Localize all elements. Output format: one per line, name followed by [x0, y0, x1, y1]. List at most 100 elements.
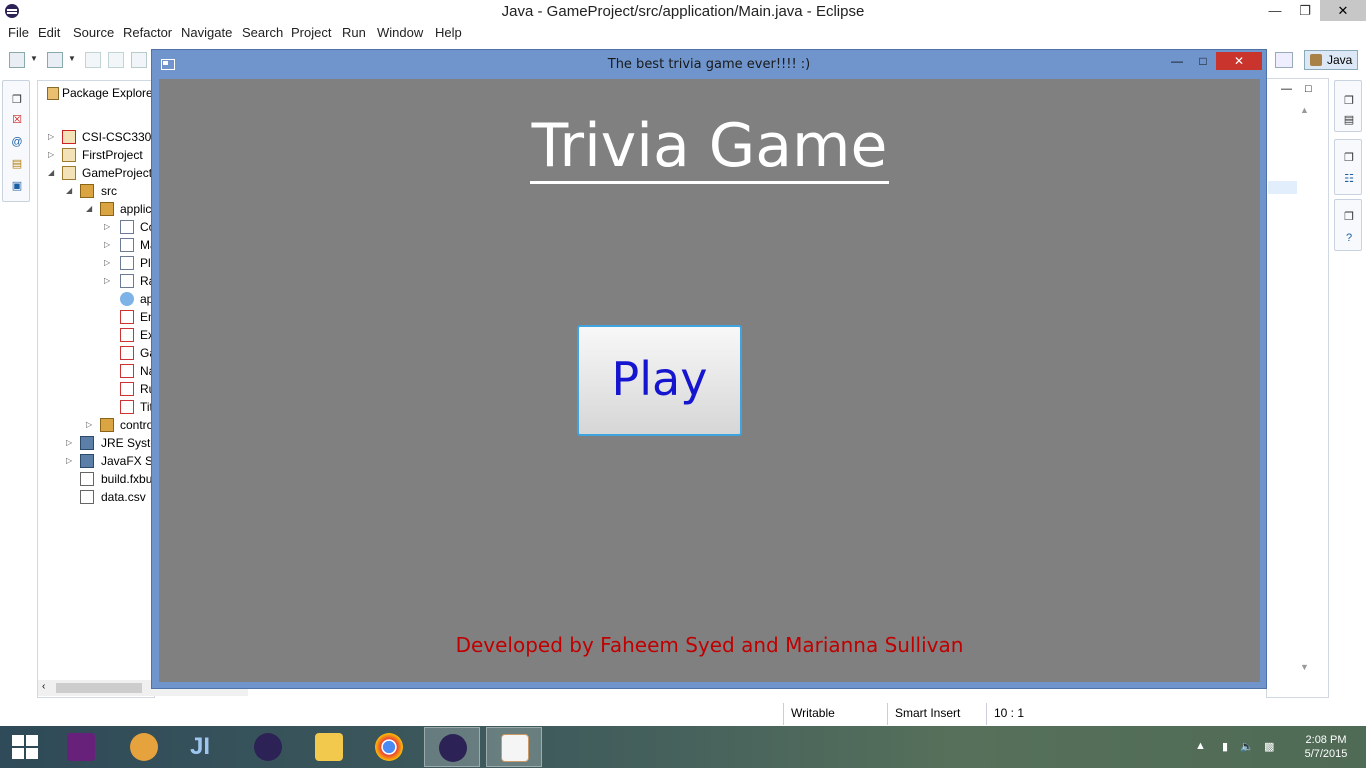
tree-item[interactable]: ap [104, 290, 156, 308]
chevron-down-icon[interactable]: ▼ [68, 54, 76, 63]
expand-arrow-icon[interactable]: ▷ [104, 236, 110, 254]
tree-item[interactable]: data.csv [66, 488, 156, 506]
tab-package-explorer[interactable]: Package Explorer [42, 83, 155, 103]
menu-help[interactable]: Help [435, 25, 462, 40]
expand-arrow-icon[interactable]: ▷ [104, 254, 110, 272]
play-button[interactable]: Play [577, 325, 742, 436]
minimize-button[interactable]: — [1260, 0, 1290, 21]
restore-icon[interactable]: ❐ [1342, 152, 1356, 165]
java-icon[interactable] [486, 727, 542, 767]
menu-run[interactable]: Run [342, 25, 366, 40]
help-icon[interactable]: ? [1342, 232, 1356, 245]
battery-icon[interactable]: ▮ [1222, 740, 1228, 753]
volume-icon[interactable]: 🔈 [1240, 740, 1254, 753]
intellij-icon[interactable]: JI [176, 727, 232, 767]
chrome-icon[interactable] [361, 727, 417, 767]
problems-icon[interactable]: ☒ [10, 114, 24, 127]
menu-refactor[interactable]: Refactor [123, 25, 172, 40]
file-explorer-icon[interactable] [301, 727, 357, 767]
tree-item[interactable]: Ru [104, 380, 156, 398]
tree-item-label: src [101, 184, 117, 198]
tree-item[interactable]: En [104, 308, 156, 326]
collapse-arrow-icon[interactable]: ◢ [48, 164, 54, 182]
new-package-icon[interactable] [47, 52, 63, 68]
network-icon[interactable]: ▩ [1264, 740, 1274, 753]
scroll-down-icon[interactable]: ▼ [1300, 662, 1309, 672]
restore-icon[interactable]: ❐ [10, 94, 24, 107]
tree-item[interactable]: Na [104, 362, 156, 380]
menu-navigate[interactable]: Navigate [181, 25, 232, 40]
tray-chevron-up-icon[interactable]: ▲ [1195, 740, 1206, 752]
menu-source[interactable]: Source [73, 25, 114, 40]
tree-item-label: JRE Systen [101, 436, 156, 450]
print-icon[interactable] [131, 52, 147, 68]
restore-icon[interactable]: ❐ [1342, 211, 1356, 224]
maximize-view-icon[interactable]: □ [1305, 83, 1312, 95]
tree-item[interactable]: ▷ contro [86, 416, 156, 434]
minimize-view-icon[interactable]: — [1281, 83, 1292, 95]
declaration-icon[interactable]: ▤ [10, 158, 24, 171]
android-studio-icon[interactable] [116, 727, 172, 767]
tree-item-label: CSI-CSC330 [82, 130, 152, 144]
tree-item-label: build.fxbu [101, 472, 153, 486]
tree-item[interactable]: Ga [104, 344, 156, 362]
start-button[interactable] [12, 735, 38, 759]
expand-arrow-icon[interactable]: ▷ [48, 146, 54, 164]
scroll-left-icon[interactable]: ‹ [42, 681, 45, 692]
eclipse-icon[interactable] [424, 727, 480, 767]
task-list-icon[interactable]: ▤ [1342, 114, 1356, 127]
tree-item[interactable]: build.fxbu [66, 470, 156, 488]
tree-item[interactable]: ◢ applic [86, 200, 156, 218]
expand-arrow-icon[interactable]: ▷ [66, 434, 72, 452]
collapse-arrow-icon[interactable]: ◢ [86, 200, 92, 218]
tree-item[interactable]: ▷ Co [104, 218, 156, 236]
visual-studio-icon[interactable] [53, 727, 109, 767]
menu-file[interactable]: File [8, 25, 29, 40]
menu-window[interactable]: Window [377, 25, 423, 40]
outline-icon[interactable]: ☷ [1342, 173, 1356, 186]
javadoc-icon[interactable]: @ [10, 136, 24, 149]
tree-item[interactable]: ◢ GameProject [48, 164, 156, 182]
trivia-minimize-button[interactable]: — [1166, 52, 1188, 70]
tree-item[interactable]: ▷ CSI-CSC330 [48, 128, 156, 146]
trivia-close-button[interactable]: ✕ [1216, 52, 1262, 70]
tree-item[interactable]: ▷ Ra [104, 272, 156, 290]
clock-date: 5/7/2015 [1304, 748, 1348, 760]
tree-item[interactable]: ▷ JavaFX SD [66, 452, 156, 470]
maximize-button[interactable]: ❐ [1292, 0, 1318, 21]
collapse-arrow-icon[interactable]: ◢ [66, 182, 72, 200]
tree-item[interactable]: ▷ Ma [104, 236, 156, 254]
expand-arrow-icon[interactable]: ▷ [86, 416, 92, 434]
minimized-views-dock: ❐ ☒ @ ▤ ▣ [2, 80, 30, 202]
scroll-up-icon[interactable]: ▲ [1300, 105, 1309, 115]
tray-clock[interactable]: 2:08 PM 5/7/2015 [1296, 733, 1356, 761]
chevron-down-icon[interactable]: ▼ [30, 54, 38, 63]
new-icon[interactable] [9, 52, 25, 68]
console-icon[interactable]: ▣ [10, 180, 24, 193]
menu-search[interactable]: Search [242, 25, 283, 40]
expand-arrow-icon[interactable]: ▷ [66, 452, 72, 470]
menu-edit[interactable]: Edit [38, 25, 60, 40]
restore-icon[interactable]: ❐ [1342, 95, 1356, 108]
eclipse-icon[interactable] [240, 727, 296, 767]
expand-arrow-icon[interactable]: ▷ [104, 218, 110, 236]
menu-project[interactable]: Project [291, 25, 331, 40]
scrollbar-thumb[interactable] [56, 683, 142, 693]
tree-item[interactable]: ◢ src [66, 182, 156, 200]
tree-item[interactable]: Ex [104, 326, 156, 344]
trivia-maximize-button[interactable]: □ [1192, 52, 1214, 70]
tree-item[interactable]: Tit [104, 398, 156, 416]
tree-item-label: contro [120, 418, 154, 432]
expand-arrow-icon[interactable]: ▷ [104, 272, 110, 290]
tree-item[interactable]: ▷ Pla [104, 254, 156, 272]
expand-arrow-icon[interactable]: ▷ [48, 128, 54, 146]
css-file-icon [120, 292, 134, 306]
close-button[interactable]: ✕ [1320, 0, 1366, 21]
save-all-icon[interactable] [108, 52, 124, 68]
tree-item[interactable]: ▷ FirstProject [48, 146, 156, 164]
java-perspective-button[interactable]: Java [1304, 50, 1358, 70]
save-icon[interactable] [85, 52, 101, 68]
open-perspective-icon[interactable] [1275, 52, 1293, 68]
java-file-icon [120, 238, 134, 252]
tree-item[interactable]: ▷ JRE Systen [66, 434, 156, 452]
